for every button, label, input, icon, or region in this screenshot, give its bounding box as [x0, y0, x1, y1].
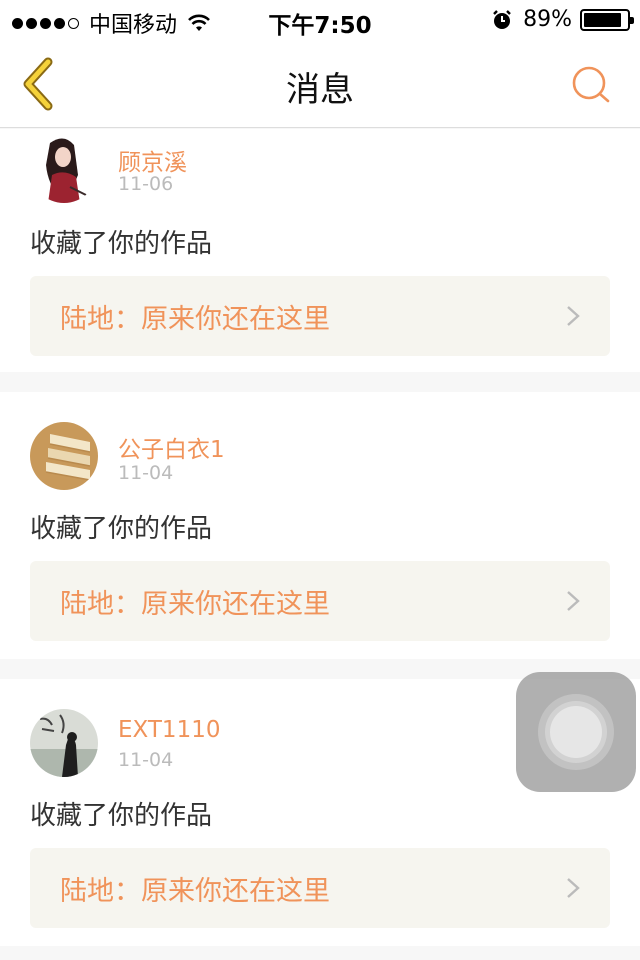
work-title: 陆地：原来你还在这里: [60, 875, 330, 907]
assistive-core: [550, 706, 602, 758]
chevron-right-icon: [567, 306, 580, 326]
avatar-image: [30, 709, 98, 777]
work-link[interactable]: 陆地：原来你还在这里: [30, 848, 610, 928]
message-list: 顾京溪 11-06 收藏了你的作品 陆地：原来你还在这里 公子白衣1 11-04…: [0, 129, 640, 960]
battery-percent: 89%: [523, 7, 572, 32]
avatar[interactable]: [30, 135, 98, 203]
battery-tip: [630, 16, 634, 24]
avatar[interactable]: [30, 709, 98, 777]
message-date: 11-04: [118, 462, 174, 484]
message-action: 收藏了你的作品: [30, 229, 213, 259]
battery-fill: [584, 12, 622, 27]
battery-icon: [580, 8, 634, 31]
username[interactable]: 公子白衣1: [118, 430, 225, 464]
message-card: 顾京溪 11-06 收藏了你的作品 陆地：原来你还在这里: [0, 129, 640, 372]
message-card: 公子白衣1 11-04 收藏了你的作品 陆地：原来你还在这里: [0, 392, 640, 659]
nav-bar: 消息: [0, 40, 640, 128]
card-separator: [0, 372, 640, 392]
username[interactable]: 顾京溪: [118, 143, 187, 177]
status-bar: 中国移动 下午7:50 89%: [0, 0, 640, 40]
chevron-right-icon: [567, 878, 580, 898]
message-action: 收藏了你的作品: [30, 514, 213, 544]
avatar-image: [30, 135, 98, 203]
status-right: 89%: [491, 7, 634, 32]
avatar-image: [30, 422, 98, 490]
username[interactable]: EXT1110: [118, 717, 220, 743]
work-link[interactable]: 陆地：原来你还在这里: [30, 276, 610, 356]
avatar[interactable]: [30, 422, 98, 490]
message-date: 11-04: [118, 749, 174, 771]
message-action: 收藏了你的作品: [30, 801, 213, 831]
chevron-right-icon: [567, 591, 580, 611]
work-title: 陆地：原来你还在这里: [60, 303, 330, 335]
work-link[interactable]: 陆地：原来你还在这里: [30, 561, 610, 641]
card-separator: [0, 946, 640, 960]
alarm-icon: [493, 9, 511, 29]
assistive-touch-button[interactable]: [516, 672, 636, 792]
page-title: 消息: [286, 70, 354, 110]
work-title: 陆地：原来你还在这里: [60, 588, 330, 620]
search-button[interactable]: [570, 64, 612, 106]
message-date: 11-06: [118, 173, 174, 195]
